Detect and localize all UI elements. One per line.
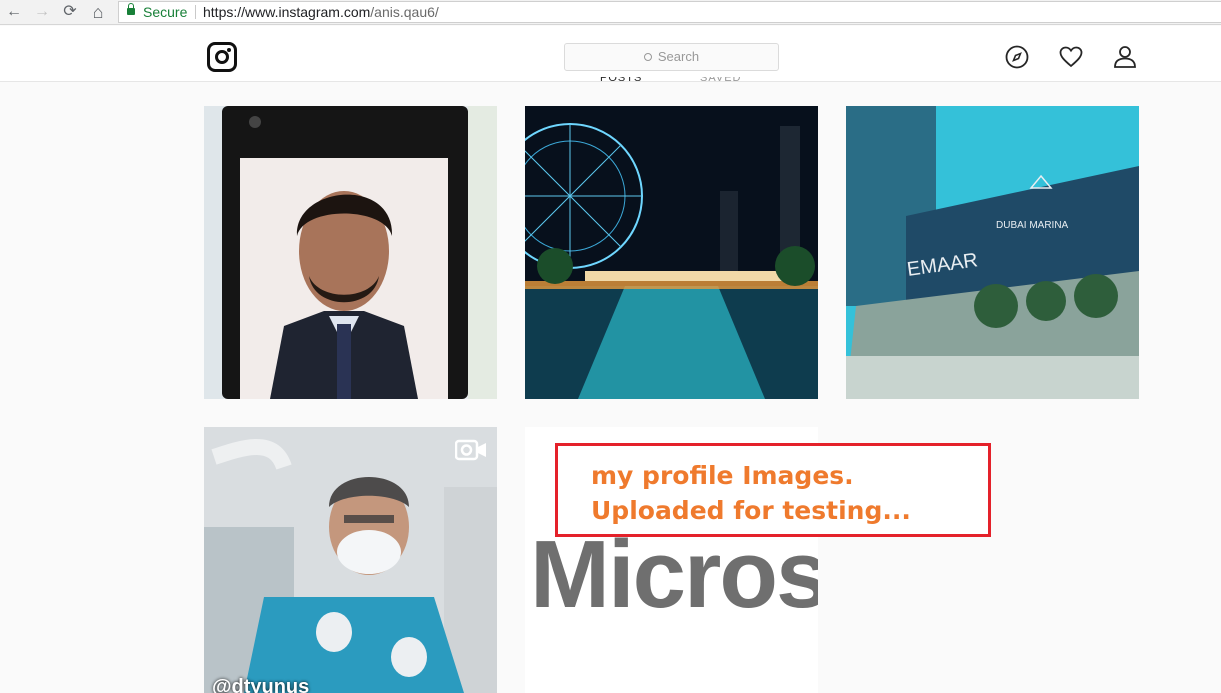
instagram-header: Search xyxy=(0,26,1221,82)
portrait-photo xyxy=(204,106,497,399)
explore-compass-icon[interactable] xyxy=(1005,45,1029,69)
annotation-line-1: my profile Images. xyxy=(591,461,854,490)
post-thumbnail-ferris-wheel[interactable] xyxy=(525,106,818,399)
profile-person-icon[interactable] xyxy=(1113,45,1137,69)
tab-saved[interactable]: SAVED xyxy=(700,77,741,87)
post-thumbnail-dubai-marina[interactable]: EMAAR DUBAI MARINA xyxy=(846,106,1139,399)
dubai-marina-sign: DUBAI MARINA xyxy=(996,220,1069,231)
reload-button[interactable]: ⟳ xyxy=(59,2,81,22)
url-text[interactable]: https://www.instagram.com/anis.qau6/ xyxy=(203,4,439,20)
url-path: /anis.qau6/ xyxy=(370,4,439,20)
ferris-wheel-photo xyxy=(525,106,818,399)
tab-posts[interactable]: POSTS xyxy=(600,77,642,87)
instagram-logo-icon[interactable] xyxy=(207,42,237,72)
dubai-marina-photo: EMAAR DUBAI MARINA xyxy=(846,106,1139,399)
heart-icon[interactable] xyxy=(1059,45,1083,69)
search-input[interactable]: Search xyxy=(564,43,779,71)
search-icon xyxy=(643,53,652,61)
back-button[interactable]: ← xyxy=(3,2,25,22)
browser-toolbar: ← → ⟳ ⌂ Secure https://www.instagram.com… xyxy=(0,0,1221,25)
video-handle-overlay: @dtyunus xyxy=(212,676,310,693)
lock-icon xyxy=(127,3,135,16)
annotation-callout: my profile Images. Uploaded for testing.… xyxy=(555,443,991,537)
search-placeholder: Search xyxy=(657,49,700,64)
forward-button[interactable]: → xyxy=(31,2,53,22)
home-button[interactable]: ⌂ xyxy=(87,2,109,22)
address-divider xyxy=(195,5,196,19)
post-thumbnail-portrait[interactable] xyxy=(204,106,497,399)
security-label: Secure xyxy=(143,4,188,20)
address-bar[interactable]: Secure https://www.instagram.com/anis.qa… xyxy=(118,1,1221,23)
dentist-photo xyxy=(204,427,497,693)
video-camera-icon xyxy=(454,438,487,462)
post-thumbnail-dentist-video[interactable] xyxy=(204,427,497,693)
annotation-line-2: Uploaded for testing... xyxy=(591,496,911,525)
url-host: https://www.instagram.com xyxy=(203,4,371,20)
